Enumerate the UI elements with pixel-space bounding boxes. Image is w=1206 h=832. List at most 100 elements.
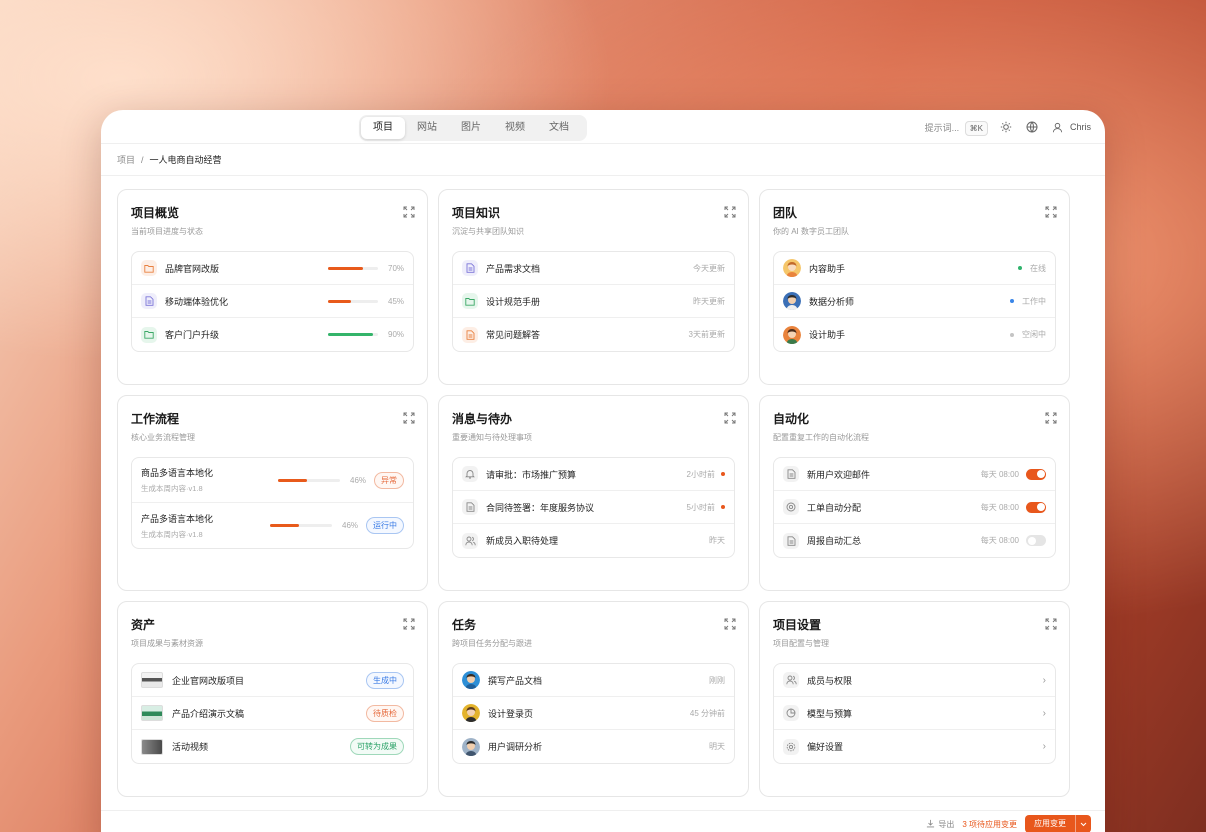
progress-bar [328,299,378,303]
item-name: 产品需求文档 [486,263,541,274]
document-icon [783,466,799,482]
team-member[interactable]: 内容助手 在线 [774,252,1055,285]
expand-icon[interactable] [724,411,736,424]
chevron-down-icon[interactable] [1075,815,1091,832]
status-dot [1018,266,1022,270]
automation-toggle[interactable] [1026,501,1046,513]
message-text: 合同待签署：年度服务协议 [486,502,595,513]
task-item[interactable]: 设计登录页 45 分钟前 [453,697,734,730]
automation-name: 周报自动汇总 [807,536,862,546]
workflow-item[interactable]: 商品多语言本地化 生成本周内容·v1.8 46% 异常 [132,458,413,503]
task-item[interactable]: 用户调研分析 明天 [453,730,734,763]
mode-tabs: 项目 网站 图片 视频 文档 [359,115,587,141]
item-name: 品牌官网改版 [165,263,220,274]
list-item[interactable]: 设计规范手册 昨天更新 [453,285,734,318]
expand-icon[interactable] [724,205,736,218]
task-item[interactable]: 撰写产品文档 刚刚 [453,664,734,697]
expand-icon[interactable] [724,617,736,630]
breadcrumb-current: 一人电商自动经营 [149,155,222,165]
settings-item[interactable]: 成员与权限 › [774,664,1055,697]
list-item[interactable]: 常见问题解答 3天前更新 [453,318,734,351]
target-icon [783,499,799,515]
message-time: 5小时前 [686,502,715,512]
status-dot [1010,299,1014,303]
progress-percent: 46% [350,475,367,485]
apply-changes-button[interactable]: 应用变更 [1025,815,1075,832]
expand-icon[interactable] [403,411,415,424]
team-member[interactable]: 设计助手 空闲中 [774,318,1055,351]
sun-icon[interactable] [998,119,1014,135]
card-subtitle: 你的 AI 数字员工团队 [773,227,850,236]
message-time: 2小时前 [686,469,715,479]
top-bar: 项目 网站 图片 视频 文档 提示词... ⌘K Chris [101,110,1105,144]
card-title: 项目设置 [773,618,822,632]
globe-icon[interactable] [1024,119,1040,135]
task-name: 用户调研分析 [488,742,543,752]
card-title: 任务 [452,618,477,632]
team-list: 内容助手 在线 数据分析师 工作中 设计助手 空闲中 [773,251,1056,352]
automation-item: 周报自动汇总 每天 08:00 [774,524,1055,557]
expand-icon[interactable] [1045,617,1057,630]
settings-item[interactable]: 模型与预算 › [774,697,1055,730]
knowledge-list: 产品需求文档 今天更新 设计规范手册 昨天更新 常见问题解答 3天前更新 [452,251,735,352]
tab-project[interactable]: 项目 [361,117,405,139]
shortcut-badge: ⌘K [964,120,988,136]
list-item[interactable]: 移动端体验优化 45% [132,285,413,318]
prompt-search[interactable]: 提示词... ⌘K [924,120,988,136]
settings-list: 成员与权限 › 模型与预算 › 偏好设置 › [773,663,1056,764]
automation-list: 新用户欢迎邮件 每天 08:00 工单自动分配 每天 08:00 周报自动汇总 … [773,457,1056,558]
message-item[interactable]: 合同待签署：年度服务协议 5小时前 [453,491,734,524]
settings-item[interactable]: 偏好设置 › [774,730,1055,763]
folder-icon [141,260,157,276]
pending-changes-text: 3 项待应用变更 [962,819,1017,829]
progress-percent: 46% [342,521,359,530]
avatar [783,292,801,310]
item-name: 客户门户升级 [165,330,220,340]
document-icon [462,499,478,515]
list-item[interactable]: 产品需求文档 今天更新 [453,252,734,285]
expand-icon[interactable] [1045,411,1057,424]
asset-item[interactable]: 活动视频 可转为成果 [132,730,413,763]
card-subtitle: 当前项目进度与状态 [131,227,203,236]
asset-thumbnail [141,705,163,721]
progress-bar [328,333,378,336]
user-menu[interactable]: Chris [1050,119,1091,135]
search-hint: 提示词... [924,122,960,133]
message-text: 新成员入职待处理 [486,536,559,546]
expand-icon[interactable] [1045,205,1057,218]
tab-document[interactable]: 文档 [537,117,581,139]
status-dot [1010,332,1014,337]
tab-image[interactable]: 图片 [449,117,493,139]
expand-icon[interactable] [403,205,415,218]
item-name: 移动端体验优化 [165,296,229,307]
message-text: 请审批：市场推广预算 [486,469,577,480]
asset-item[interactable]: 企业官网改版项目 生成中 [132,664,413,697]
user-icon [1050,119,1066,135]
message-item[interactable]: 请审批：市场推广预算 2小时前 [453,458,734,491]
updated-time: 3天前更新 [688,330,725,339]
card-subtitle: 重要通知与待处理事项 [452,433,532,442]
workflow-subtitle: 生成本周内容·v1.8 [141,529,203,539]
expand-icon[interactable] [403,617,415,630]
chevron-right-icon: › [1042,707,1046,719]
list-item[interactable]: 品牌官网改版 70% [132,252,413,285]
asset-item[interactable]: 产品介绍演示文稿 待质检 [132,697,413,730]
member-status: 在线 [1030,263,1046,273]
settings-card: 项目设置 项目配置与管理 成员与权限 › 模型与预算 › 偏好设置 › [759,601,1070,797]
export-label: 导出 [938,819,955,829]
workflow-item[interactable]: 产品多语言本地化 生成本周内容·v1.8 46% 运行中 [132,503,413,548]
users-icon [783,672,799,688]
knowledge-card: 项目知识 沉淀与共享团队知识 产品需求文档 今天更新 设计规范手册 昨天更新 常… [438,189,749,385]
tab-video[interactable]: 视频 [493,117,537,139]
export-button[interactable]: 导出 [926,819,954,830]
automation-toggle[interactable] [1026,468,1046,480]
list-item[interactable]: 客户门户升级 90% [132,318,413,351]
breadcrumb-root[interactable]: 项目 [117,153,135,166]
automation-toggle[interactable] [1026,535,1046,546]
status-badge: 运行中 [366,517,404,534]
progress-bar [278,478,340,482]
message-item[interactable]: 新成员入职待处理 昨天 [453,524,734,557]
bottom-bar: 导出 3 项待应用变更 应用变更 [101,810,1105,832]
tab-website[interactable]: 网站 [405,117,449,139]
team-member[interactable]: 数据分析师 工作中 [774,285,1055,318]
